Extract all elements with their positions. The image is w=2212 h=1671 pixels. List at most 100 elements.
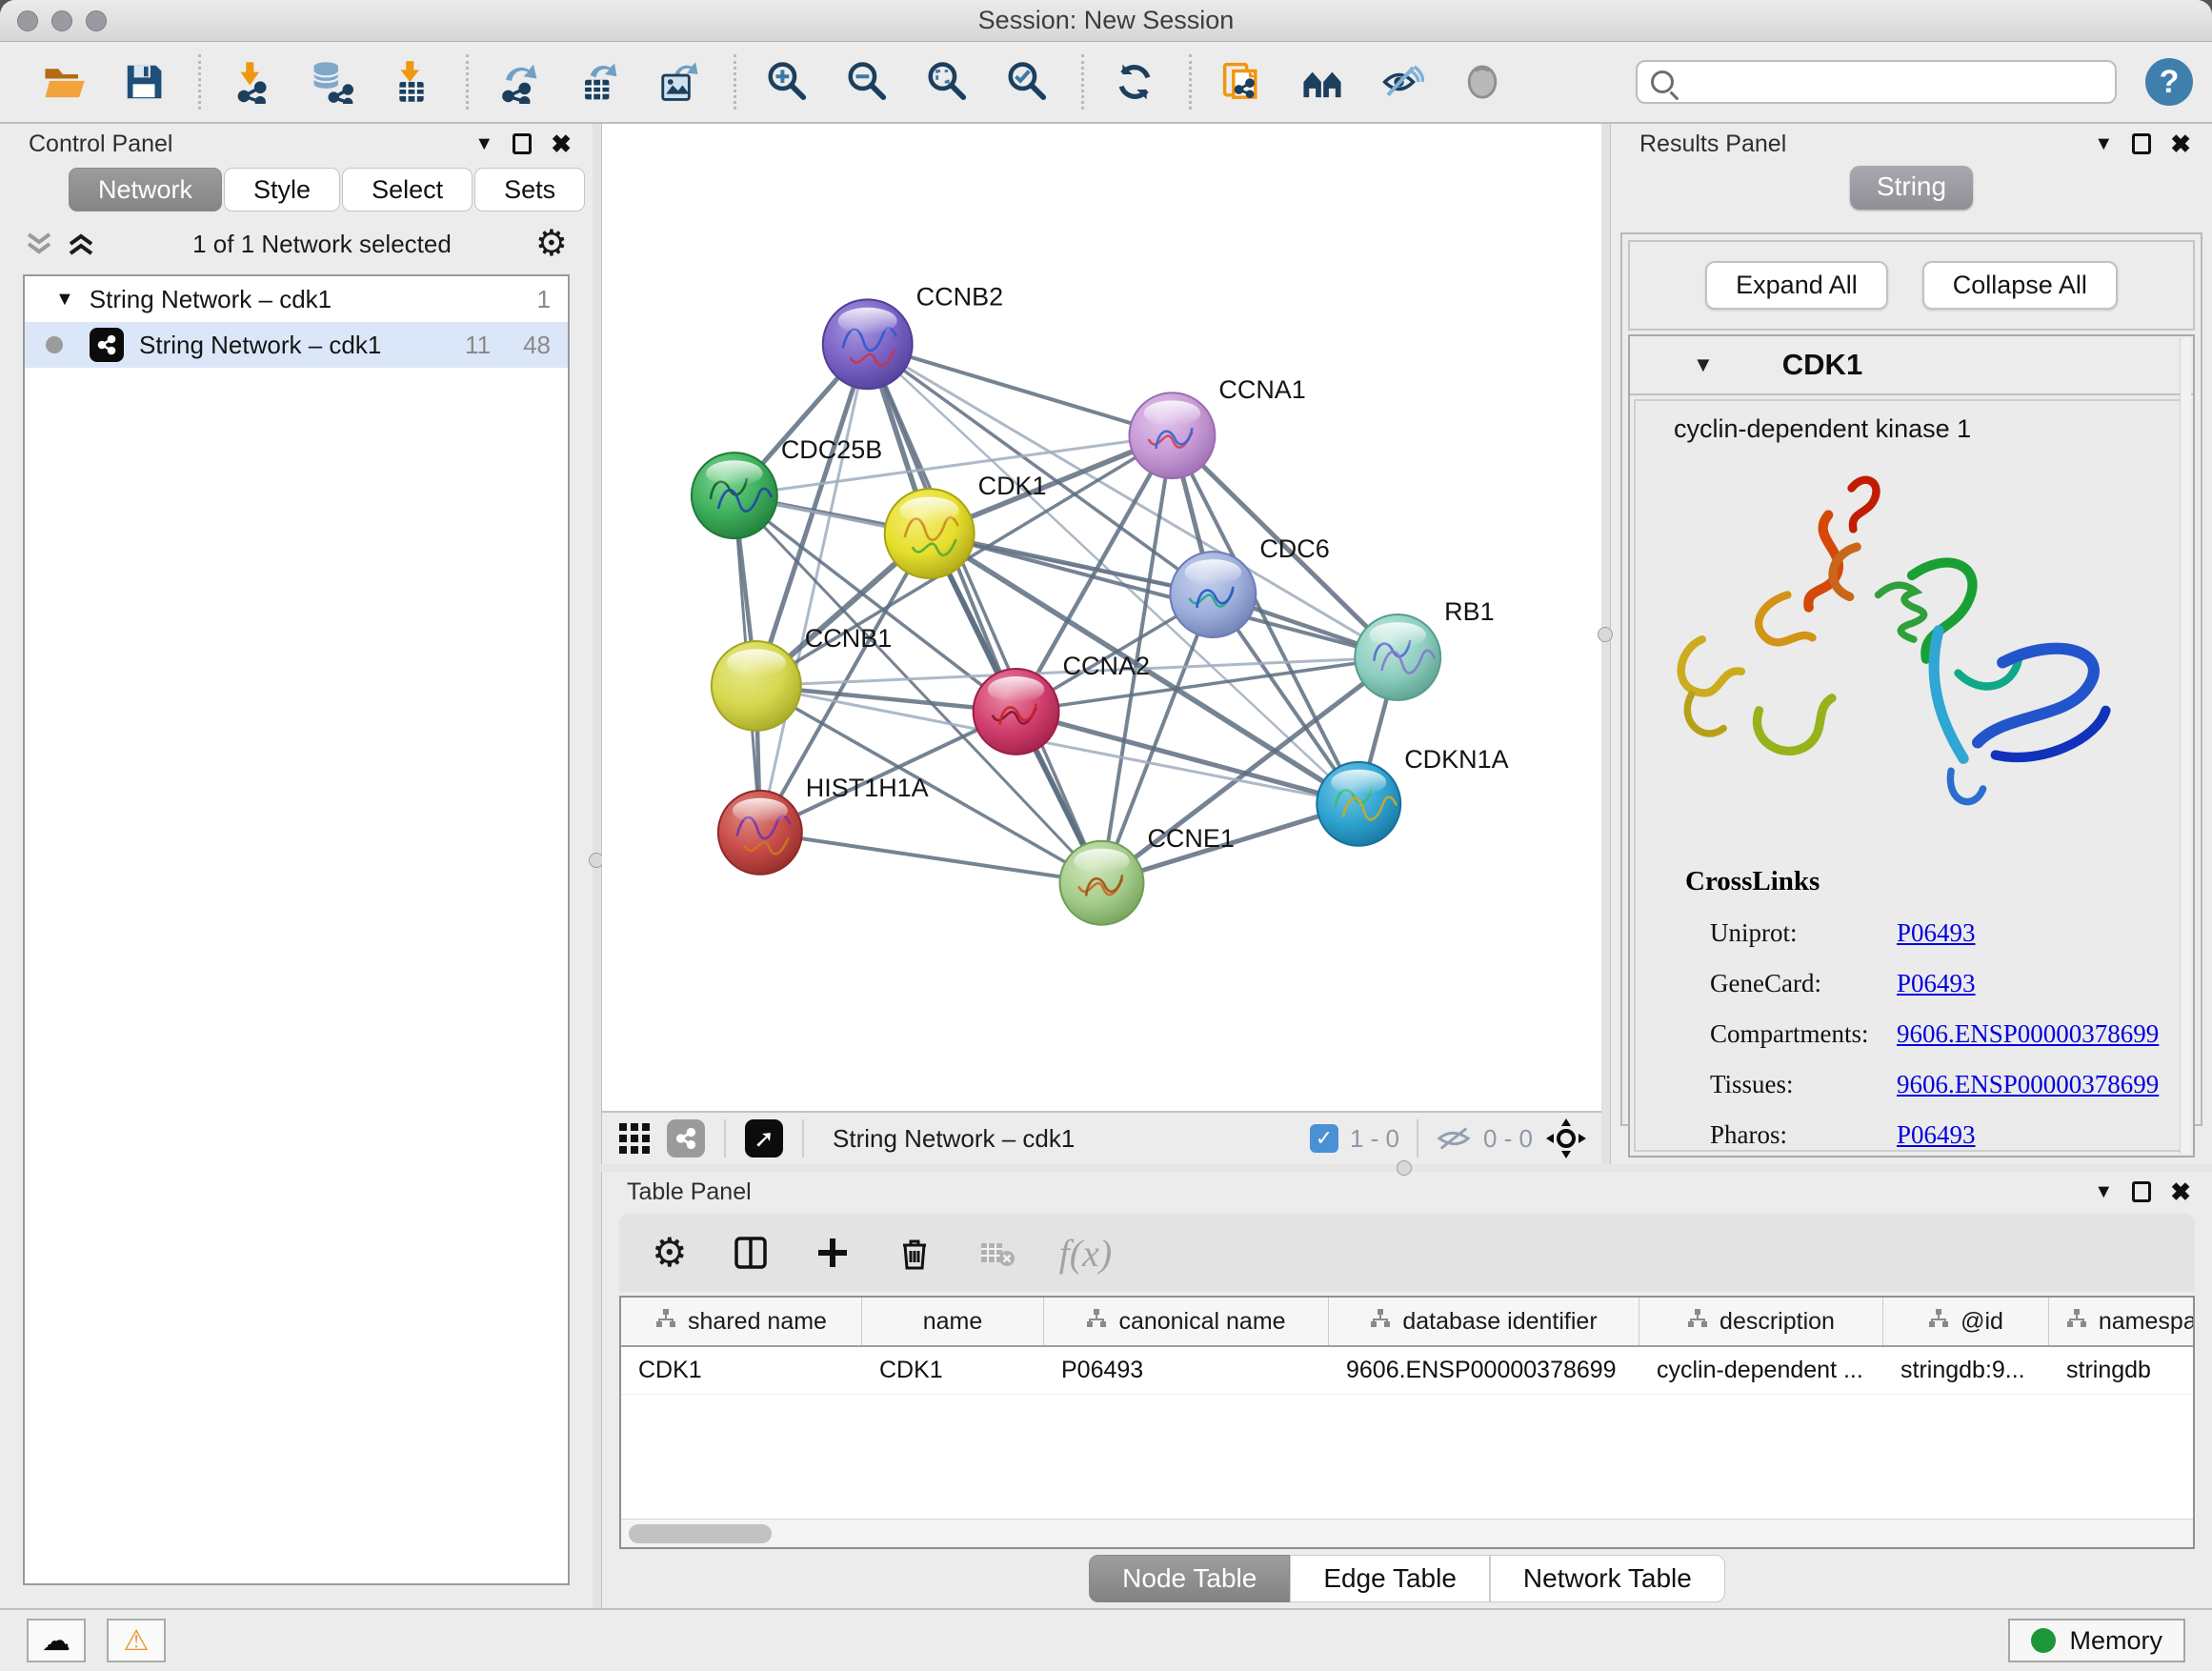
- table-cell[interactable]: P06493: [1044, 1347, 1329, 1394]
- table-options-gear-icon[interactable]: ⚙: [652, 1233, 688, 1273]
- export-table-icon[interactable]: [572, 52, 627, 111]
- help-icon[interactable]: ?: [2145, 58, 2193, 106]
- column-header-shared-name[interactable]: shared name: [621, 1298, 862, 1345]
- collapse-all-button[interactable]: Collapse All: [1922, 261, 2118, 310]
- tab-network-table[interactable]: Network Table: [1490, 1555, 1725, 1602]
- table-cell[interactable]: stringdb:9...: [1883, 1347, 2049, 1394]
- results-scrollbar[interactable]: [2180, 338, 2191, 1154]
- column-header-name[interactable]: name: [862, 1298, 1044, 1345]
- node-RB1[interactable]: RB1: [1355, 597, 1494, 700]
- tab-style[interactable]: Style: [224, 168, 340, 211]
- table-cell[interactable]: stringdb: [2049, 1347, 2195, 1394]
- table-horizontal-scrollbar[interactable]: [621, 1519, 2193, 1547]
- show-columns-icon[interactable]: [732, 1234, 770, 1272]
- collection-expand-icon[interactable]: ▼: [55, 289, 74, 311]
- show-all-icon[interactable]: [1455, 52, 1510, 111]
- zoom-in-icon[interactable]: [759, 52, 814, 111]
- delete-column-icon[interactable]: [895, 1234, 934, 1272]
- export-image-icon[interactable]: [652, 52, 707, 111]
- network-collection-row[interactable]: ▼ String Network – cdk1 1: [25, 276, 568, 322]
- network-thumbnail-icon[interactable]: [667, 1119, 705, 1158]
- cdk1-section-header[interactable]: ▼ CDK1: [1630, 336, 2193, 395]
- crosslink-link[interactable]: P06493: [1897, 1120, 1976, 1150]
- zoom-selected-icon[interactable]: [999, 52, 1055, 111]
- delete-table-icon[interactable]: [977, 1234, 1016, 1272]
- crosslink-link[interactable]: 9606.ENSP00000378699: [1897, 1019, 2159, 1049]
- table-row[interactable]: CDK1CDK1P064939606.ENSP00000378699cyclin…: [621, 1347, 2193, 1395]
- selected-checkbox-icon[interactable]: ✓: [1310, 1124, 1338, 1153]
- tab-string[interactable]: String: [1850, 166, 1973, 210]
- new-network-from-selection-icon[interactable]: [1215, 52, 1270, 111]
- open-session-icon[interactable]: [36, 52, 91, 111]
- first-neighbors-icon[interactable]: [1295, 52, 1350, 111]
- scrollbar-thumb[interactable]: [629, 1524, 772, 1543]
- crosslink-link[interactable]: 9606.ENSP00000378699: [1897, 1070, 2159, 1099]
- hide-selection-icon[interactable]: [1375, 52, 1430, 111]
- table-cell[interactable]: CDK1: [621, 1347, 862, 1394]
- column-header-canonical-name[interactable]: canonical name: [1044, 1298, 1329, 1345]
- panel-collapse-icon[interactable]: ▼: [474, 133, 493, 155]
- column-header-namespace[interactable]: namespace: [2049, 1298, 2195, 1345]
- import-table-icon[interactable]: [384, 52, 439, 111]
- tab-sets[interactable]: Sets: [474, 168, 585, 211]
- node-CDKN1A[interactable]: CDKN1A: [1317, 745, 1508, 846]
- horizontal-splitter[interactable]: [601, 1164, 2212, 1172]
- import-network-from-database-icon[interactable]: [304, 52, 359, 111]
- splitter-handle[interactable]: [1598, 627, 1613, 642]
- edge-HIST1H1A-CCNE1[interactable]: [760, 833, 1102, 883]
- detach-view-icon[interactable]: ➚: [745, 1119, 783, 1158]
- search-input[interactable]: [1685, 69, 2101, 95]
- edge-CCNB2-CCNA1[interactable]: [868, 344, 1173, 435]
- column-header--id[interactable]: @id: [1883, 1298, 2049, 1345]
- panel-collapse-icon[interactable]: ▼: [2094, 1181, 2113, 1203]
- expand-all-icon[interactable]: [67, 232, 95, 256]
- panel-collapse-icon[interactable]: ▼: [2094, 133, 2113, 155]
- tab-network[interactable]: Network: [69, 168, 222, 211]
- tab-edge-table[interactable]: Edge Table: [1290, 1555, 1490, 1602]
- column-header-description[interactable]: description: [1639, 1298, 1883, 1345]
- hidden-eye-icon[interactable]: [1436, 1124, 1472, 1153]
- function-builder-icon[interactable]: f(x): [1059, 1231, 1113, 1276]
- zoom-out-icon[interactable]: [839, 52, 895, 111]
- tab-select[interactable]: Select: [342, 168, 473, 211]
- save-session-icon[interactable]: [116, 52, 171, 111]
- table-cell[interactable]: 9606.ENSP00000378699: [1329, 1347, 1639, 1394]
- birdseye-toggle-icon[interactable]: [1544, 1117, 1588, 1160]
- apply-preferred-layout-icon[interactable]: [1107, 52, 1162, 111]
- left-splitter[interactable]: [593, 124, 601, 1608]
- crosslink-link[interactable]: P06493: [1897, 918, 1976, 948]
- node-CDC6[interactable]: CDC6: [1170, 534, 1329, 637]
- panel-float-icon[interactable]: [2132, 133, 2151, 154]
- collapse-all-icon[interactable]: [25, 232, 53, 256]
- edge-CCNB2-CCNE1[interactable]: [868, 344, 1102, 882]
- panel-close-icon[interactable]: ✖: [551, 130, 572, 159]
- panel-float-icon[interactable]: [2132, 1181, 2151, 1202]
- panel-close-icon[interactable]: ✖: [2170, 130, 2191, 159]
- memory-button[interactable]: Memory: [2008, 1619, 2185, 1662]
- network-options-gear-icon[interactable]: ⚙: [535, 226, 568, 262]
- toolbar-search[interactable]: [1636, 60, 2117, 104]
- cloud-status-button[interactable]: ☁: [27, 1619, 86, 1662]
- create-column-icon[interactable]: [814, 1234, 852, 1272]
- edge-CCNB2-HIST1H1A[interactable]: [760, 344, 868, 833]
- network-graph[interactable]: CCNB2CCNA1CDC25BCDK1CDC6RB1CCNB1CCNA2CDK…: [602, 124, 1601, 1111]
- panel-close-icon[interactable]: ✖: [2170, 1178, 2191, 1207]
- splitter-handle[interactable]: [1397, 1160, 1412, 1176]
- right-splitter[interactable]: [1601, 124, 1610, 1164]
- panel-float-icon[interactable]: [513, 133, 532, 154]
- zoom-fit-icon[interactable]: [919, 52, 975, 111]
- table-cell[interactable]: CDK1: [862, 1347, 1044, 1394]
- import-network-icon[interactable]: [224, 52, 279, 111]
- expand-all-button[interactable]: Expand All: [1705, 261, 1888, 310]
- warnings-button[interactable]: ⚠: [107, 1619, 166, 1662]
- node-CCNA1[interactable]: CCNA1: [1129, 375, 1305, 478]
- node-CCNE1[interactable]: CCNE1: [1060, 824, 1235, 925]
- node-CCNB2[interactable]: CCNB2: [823, 282, 1003, 389]
- export-network-icon[interactable]: [492, 52, 547, 111]
- cdk1-expand-icon[interactable]: ▼: [1693, 352, 1714, 377]
- network-canvas[interactable]: CCNB2CCNA1CDC25BCDK1CDC6RB1CCNB1CCNA2CDK…: [602, 124, 1601, 1111]
- column-header-database-identifier[interactable]: database identifier: [1329, 1298, 1639, 1345]
- table-cell[interactable]: cyclin-dependent ...: [1639, 1347, 1883, 1394]
- node-HIST1H1A[interactable]: HIST1H1A: [718, 774, 929, 875]
- grid-view-icon[interactable]: [615, 1119, 654, 1158]
